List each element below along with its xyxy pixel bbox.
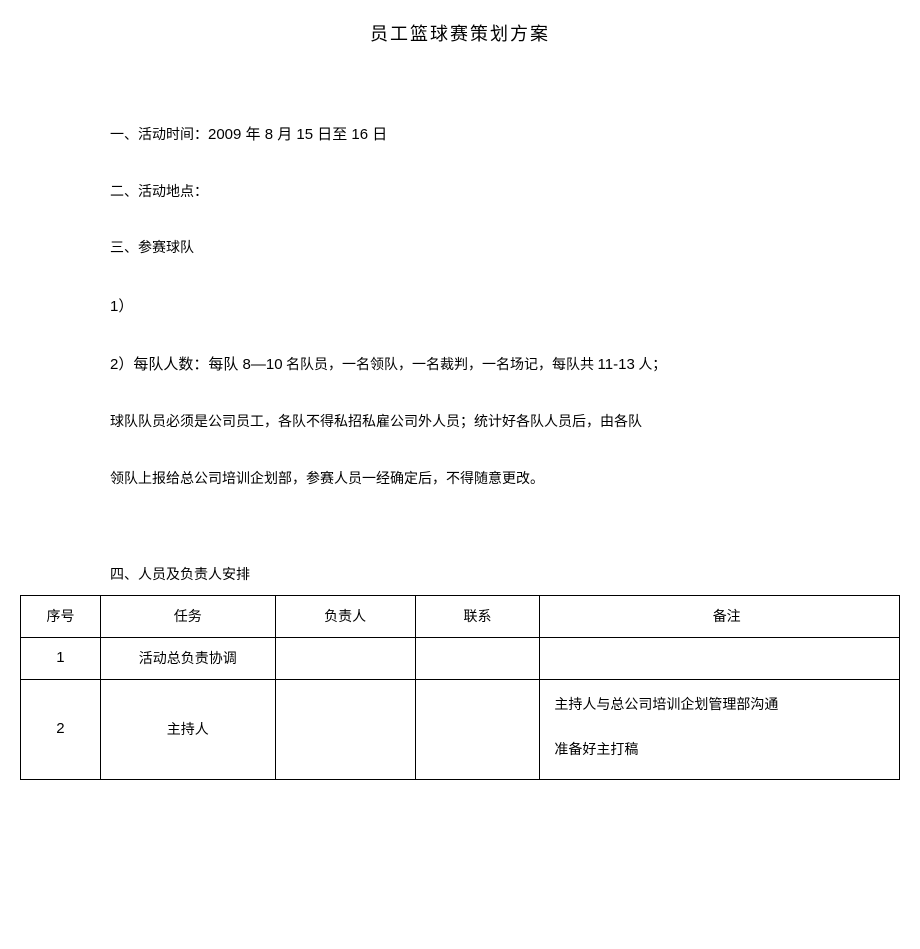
s3-2-post: 人；	[635, 358, 667, 373]
section-1: 一、活动时间：2009 年 8 月 15 日至 16 日	[110, 121, 810, 150]
section-3-item-2: 2）每队人数：每队 8—10 名队员，一名领队，一名裁判，一名场记，每队共 11…	[110, 351, 810, 380]
section-1-date: 2009 年 8 月 15 日至 16 日	[208, 126, 387, 143]
section-4-label: 四、人员及负责人安排	[110, 563, 810, 590]
header-task: 任务	[100, 595, 275, 637]
s3-2-num1: 8—10	[243, 356, 283, 373]
header-contact: 联系	[415, 595, 540, 637]
cell-seq: 1	[56, 649, 64, 666]
header-remark: 备注	[540, 595, 900, 637]
section-1-label: 一、活动时间：	[110, 128, 208, 143]
cell-contact	[415, 679, 540, 779]
cell-task: 主持人	[100, 679, 275, 779]
cell-seq: 2	[56, 720, 64, 737]
section-3-item-1-label: 1）	[110, 298, 133, 315]
remark-line-2: 准备好主打稿	[554, 729, 899, 774]
s3-2-mid: 名队员，一名领队，一名裁判，一名场记，每队共	[283, 358, 598, 373]
cell-remark: 主持人与总公司培训企划管理部沟通 准备好主打稿	[540, 679, 900, 779]
cell-person	[275, 679, 415, 779]
table-row: 1 活动总负责协调	[21, 637, 900, 679]
section-3-para-1: 球队队员必须是公司员工，各队不得私招私雇公司外人员；统计好各队人员后，由各队	[110, 410, 810, 437]
header-person: 负责人	[275, 595, 415, 637]
personnel-table: 序号 任务 负责人 联系 备注 1 活动总负责协调 2 主持人 主持人与总公司培…	[20, 595, 900, 780]
section-2: 二、活动地点：	[110, 180, 810, 207]
section-3: 三、参赛球队	[110, 236, 810, 263]
document-title: 员工篮球赛策划方案	[0, 0, 920, 46]
section-3-item-1: 1）	[110, 293, 810, 322]
header-seq: 序号	[21, 595, 101, 637]
cell-contact	[415, 637, 540, 679]
cell-person	[275, 637, 415, 679]
s3-2-pre-num: 2）每队人数：每队	[110, 356, 243, 373]
s3-2-num2: 11-13	[598, 356, 635, 373]
table-header-row: 序号 任务 负责人 联系 备注	[21, 595, 900, 637]
section-3-para-2: 领队上报给总公司培训企划部，参赛人员一经确定后，不得随意更改。	[110, 467, 810, 494]
table-row: 2 主持人 主持人与总公司培训企划管理部沟通 准备好主打稿	[21, 679, 900, 779]
document-body: 一、活动时间：2009 年 8 月 15 日至 16 日 二、活动地点： 三、参…	[0, 46, 920, 590]
remark-line-1: 主持人与总公司培训企划管理部沟通	[554, 684, 899, 729]
cell-remark	[540, 637, 900, 679]
cell-task: 活动总负责协调	[100, 637, 275, 679]
